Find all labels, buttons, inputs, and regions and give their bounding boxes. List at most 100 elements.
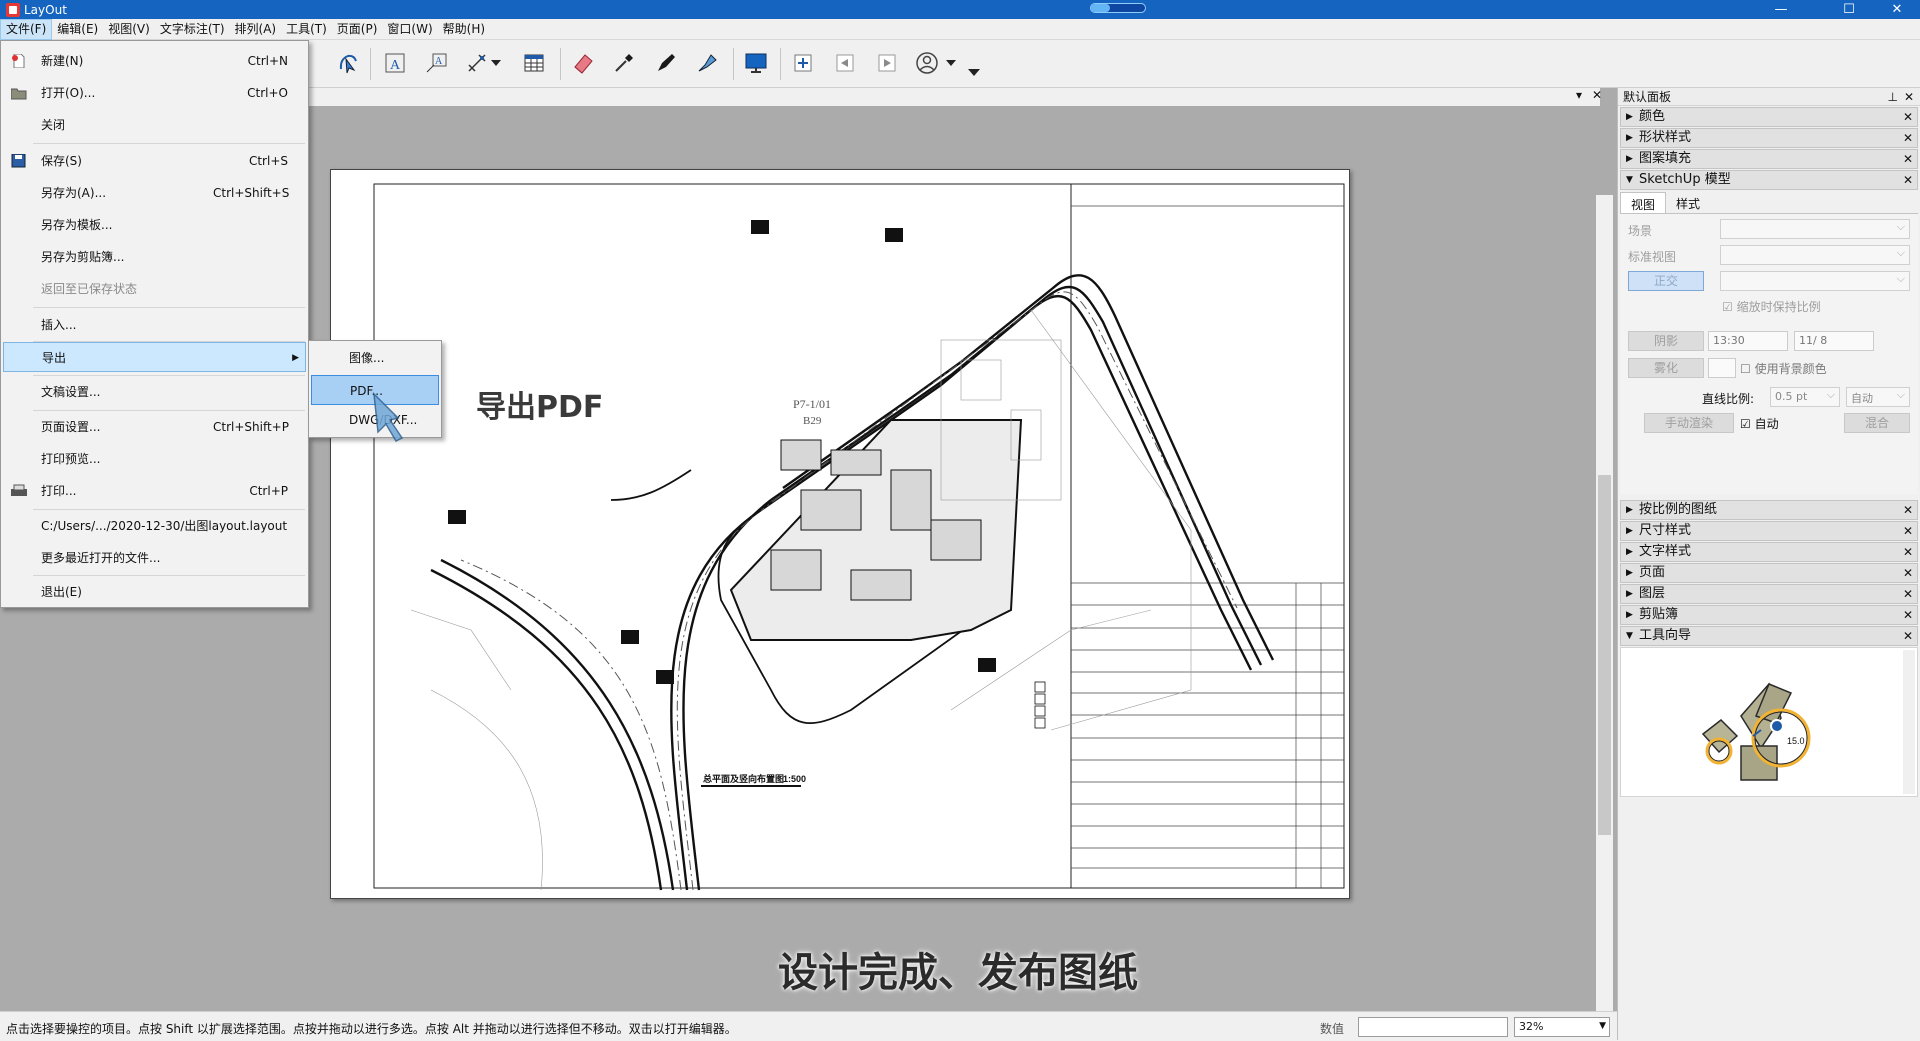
line-scale-select[interactable]: 0.5 pt: [1770, 387, 1840, 407]
section-text-style[interactable]: ▶ 文字样式 ✕: [1620, 542, 1918, 562]
ortho-button[interactable]: 正交: [1628, 271, 1704, 291]
menu-item-print-preview[interactable]: 打印预览...: [3, 444, 306, 474]
vertical-scrollbar[interactable]: [1596, 195, 1613, 1041]
text-tool-icon[interactable]: A: [380, 48, 410, 78]
menu-item-save[interactable]: 保存(S) Ctrl+S: [3, 146, 306, 176]
menu-item-save-as-scrapbook[interactable]: 另存为剪贴簿...: [3, 242, 306, 272]
standard-view-select[interactable]: [1720, 245, 1910, 265]
paper-page[interactable]: P7-1/01 B29 总平面及竖向布置图 1:500: [330, 169, 1350, 899]
close-icon[interactable]: ✕: [1903, 108, 1913, 126]
add-page-icon[interactable]: [788, 48, 818, 78]
shadow-button[interactable]: 阴影: [1628, 331, 1704, 351]
close-icon[interactable]: ✕: [1903, 129, 1913, 147]
eraser-icon[interactable]: [568, 48, 598, 78]
menu-item-document-setup[interactable]: 文稿设置...: [3, 377, 306, 407]
section-pattern-fill[interactable]: ▶ 图案填充 ✕: [1620, 149, 1918, 169]
keep-scale-checkbox[interactable]: ☑ 缩放时保持比例: [1722, 298, 1821, 315]
menu-item-recent-file[interactable]: C:/Users/.../2020-12-30/出图layout.layout: [3, 511, 306, 541]
dimension-dropdown-arrow[interactable]: [489, 48, 503, 78]
menu-item-save-as-template[interactable]: 另存为模板...: [3, 210, 306, 240]
maximize-button[interactable]: ☐: [1826, 0, 1872, 19]
section-pages[interactable]: ▶ 页面 ✕: [1620, 563, 1918, 583]
menu-item-close[interactable]: 关闭: [3, 110, 306, 140]
close-icon[interactable]: ✕: [1903, 543, 1913, 561]
menu-item-print[interactable]: 打印... Ctrl+P: [3, 476, 306, 506]
section-layers[interactable]: ▶ 图层 ✕: [1620, 584, 1918, 604]
close-icon[interactable]: ✕: [1903, 501, 1913, 519]
section-scaled-drawing[interactable]: ▶ 按比例的图纸 ✕: [1620, 500, 1918, 520]
tab-view[interactable]: 视图: [1620, 192, 1667, 213]
use-bg-color-checkbox[interactable]: ☐ 使用背景颜色: [1740, 360, 1827, 377]
auto-render-checkbox[interactable]: ☑ 自动: [1740, 415, 1779, 432]
menu-arrange[interactable]: 排列(A): [230, 19, 282, 40]
value-input[interactable]: [1358, 1017, 1508, 1037]
style-brush-icon[interactable]: [692, 48, 722, 78]
label-tool-icon[interactable]: A: [421, 48, 451, 78]
menu-help[interactable]: 帮助(H): [438, 19, 490, 40]
guide-scrollbar[interactable]: [1903, 650, 1915, 794]
vertical-scroll-thumb[interactable]: [1598, 475, 1611, 835]
fog-button[interactable]: 雾化: [1628, 358, 1704, 378]
minimize-button[interactable]: —: [1758, 0, 1804, 19]
pin-icon[interactable]: ⊥: [1888, 88, 1898, 106]
section-instructor[interactable]: ▼ 工具向导 ✕: [1620, 626, 1918, 646]
doc-close-icon[interactable]: ✕: [1592, 88, 1602, 102]
menu-item-new[interactable]: 新建(N) Ctrl+N: [3, 46, 306, 76]
section-colors[interactable]: ▶ 颜色 ✕: [1620, 107, 1918, 127]
table-tool-icon[interactable]: [519, 48, 549, 78]
menu-item-export[interactable]: 导出 ▶: [3, 342, 306, 372]
window-title: LayOut: [24, 2, 67, 17]
close-icon[interactable]: ✕: [1903, 522, 1913, 540]
svg-text:A: A: [435, 56, 443, 67]
next-page-icon[interactable]: [872, 48, 902, 78]
render-mode-select[interactable]: 混合: [1844, 413, 1910, 433]
select-tool-icon[interactable]: [333, 48, 363, 78]
menu-item-open[interactable]: 打开(O)... Ctrl+O: [3, 78, 306, 108]
menu-item-page-setup[interactable]: 页面设置... Ctrl+Shift+P: [3, 412, 306, 442]
close-icon[interactable]: ✕: [1903, 627, 1913, 645]
line-scale-mode-select[interactable]: 自动: [1846, 387, 1910, 407]
section-sketchup-model[interactable]: ▼ SketchUp 模型 ✕: [1620, 170, 1918, 190]
menu-file[interactable]: 文件(F): [0, 18, 53, 40]
section-scrapbooks[interactable]: ▶ 剪贴簿 ✕: [1620, 605, 1918, 625]
previous-page-icon[interactable]: [830, 48, 860, 78]
menu-item-insert[interactable]: 插入...: [3, 310, 306, 340]
menu-window[interactable]: 窗口(W): [382, 19, 437, 40]
dimension-tool-icon[interactable]: [462, 48, 492, 78]
close-icon[interactable]: ✕: [1903, 150, 1913, 168]
user-account-icon[interactable]: [912, 48, 942, 78]
submenu-item-image[interactable]: 图像...: [311, 343, 439, 373]
tab-style[interactable]: 样式: [1666, 192, 1710, 213]
close-icon[interactable]: ✕: [1903, 606, 1913, 624]
close-icon[interactable]: ✕: [1903, 585, 1913, 603]
close-icon[interactable]: ✕: [1903, 564, 1913, 582]
menu-tools[interactable]: 工具(T): [281, 19, 332, 40]
menu-item-exit[interactable]: 退出(E): [3, 577, 306, 607]
ortho-scale-select[interactable]: [1720, 271, 1910, 291]
menu-view[interactable]: 视图(V): [103, 19, 155, 40]
pen-icon[interactable]: [651, 48, 681, 78]
menu-item-save-as[interactable]: 另存为(A)... Ctrl+Shift+S: [3, 178, 306, 208]
doc-menu-arrow-icon[interactable]: ▾: [1576, 88, 1582, 102]
panel-close-icon[interactable]: ✕: [1904, 88, 1914, 106]
menu-edit[interactable]: 编辑(E): [52, 19, 103, 40]
date-spinner[interactable]: 11/ 8: [1794, 331, 1874, 351]
scene-select[interactable]: [1720, 219, 1910, 239]
menu-pages[interactable]: 页面(P): [332, 19, 383, 40]
time-spinner[interactable]: 13:30: [1708, 331, 1788, 351]
close-icon[interactable]: ✕: [1903, 171, 1913, 189]
eyedropper-icon[interactable]: [609, 48, 639, 78]
fog-color-swatch[interactable]: [1708, 358, 1736, 378]
layout-app-icon: [6, 2, 20, 17]
presentation-icon[interactable]: [741, 48, 771, 78]
menu-item-more-recent-files[interactable]: 更多最近打开的文件...: [3, 543, 306, 573]
section-dimension-style[interactable]: ▶ 尺寸样式 ✕: [1620, 521, 1918, 541]
close-window-button[interactable]: ✕: [1874, 0, 1920, 19]
zoom-select[interactable]: 32% ▼: [1514, 1017, 1610, 1037]
section-shape-style[interactable]: ▶ 形状样式 ✕: [1620, 128, 1918, 148]
account-dropdown-arrow[interactable]: [944, 48, 958, 78]
expand-arrow-icon: ▶: [1626, 505, 1633, 515]
manual-render-button[interactable]: 手动渲染: [1644, 413, 1734, 433]
toolbar-overflow-arrow[interactable]: [966, 66, 982, 78]
menu-text[interactable]: 文字标注(T): [155, 19, 230, 40]
